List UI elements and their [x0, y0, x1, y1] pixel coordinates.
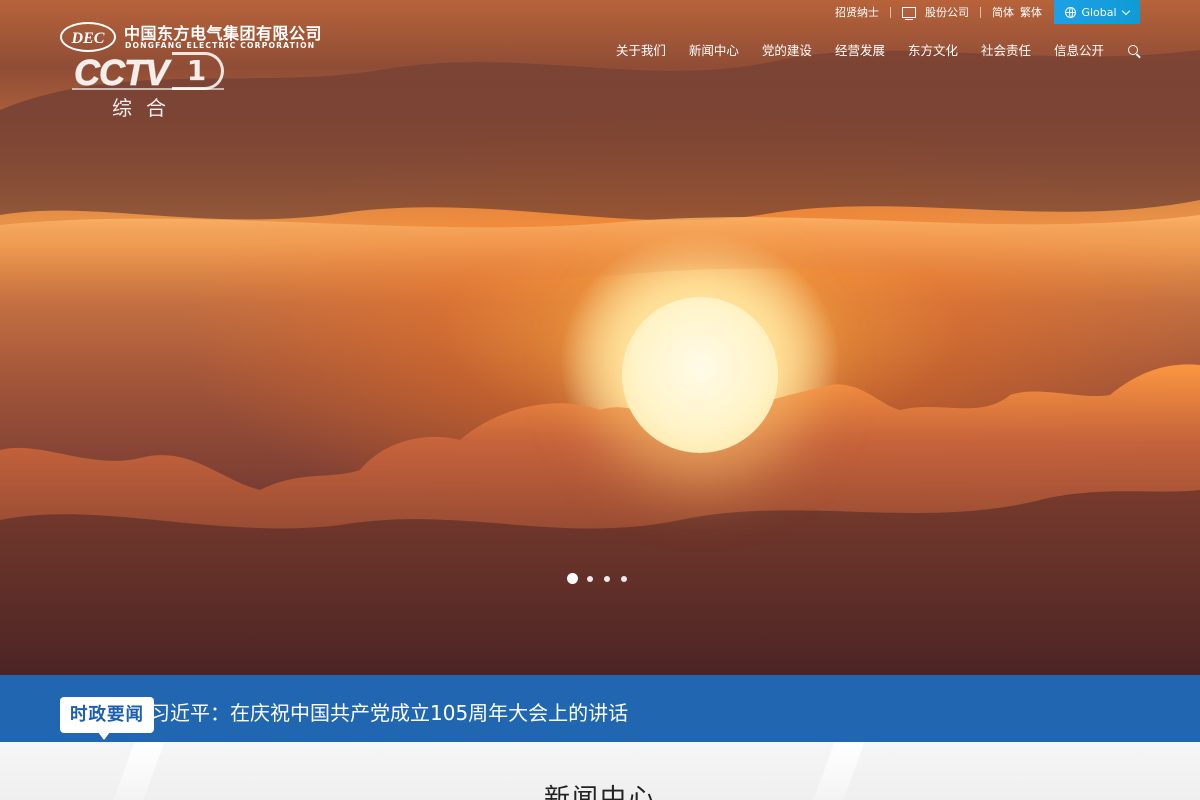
- recruit-link[interactable]: 招贤纳士: [835, 4, 879, 20]
- chevron-down-icon: [1121, 6, 1130, 15]
- cctv-channel-name: 综合: [112, 96, 180, 120]
- cctv-divider: [72, 88, 224, 90]
- search-icon[interactable]: [1128, 44, 1138, 55]
- lang-simplified[interactable]: 简体: [992, 4, 1014, 20]
- company-name-en: DONGFANG ELECTRIC CORPORATION: [125, 41, 316, 50]
- sun: [622, 297, 778, 453]
- nav-item-news[interactable]: 新闻中心: [689, 40, 739, 59]
- monitor-icon: [902, 6, 916, 20]
- stock-company-link[interactable]: 股份公司: [902, 4, 969, 20]
- nav-item-responsibility[interactable]: 社会责任: [981, 40, 1031, 59]
- lang-traditional[interactable]: 繁体: [1020, 4, 1042, 20]
- slider-dot-1[interactable]: [567, 573, 578, 584]
- cctv-channel-number: 1: [172, 52, 224, 90]
- news-ticker: 习近平：在庆祝中国共产党成立105周年大会上的讲话 时政要闻: [0, 675, 1200, 742]
- dec-logo-badge: DEC: [60, 22, 116, 52]
- nav-item-disclosure[interactable]: 信息公开: [1054, 40, 1104, 59]
- nav-item-party[interactable]: 党的建设: [762, 40, 812, 59]
- glow-streak: [0, 215, 1200, 285]
- slider-dot-2[interactable]: [587, 575, 593, 582]
- stock-company-label: 股份公司: [925, 6, 969, 19]
- divider: [980, 6, 981, 18]
- nav-item-about[interactable]: 关于我们: [616, 40, 666, 59]
- page: DEC 中国东方电气集团有限公司 DONGFANG ELECTRIC CORPO…: [0, 0, 1200, 800]
- utility-bar: 招贤纳士 股份公司 简体 繁体 Global: [835, 0, 1140, 24]
- slider-dots: [567, 573, 638, 584]
- ticker-headline[interactable]: 习近平：在庆祝中国共产党成立105周年大会上的讲话: [150, 697, 628, 726]
- news-section: 新闻中心: [0, 742, 1200, 800]
- slider-dot-4[interactable]: [621, 575, 627, 582]
- divider: [890, 6, 891, 18]
- section-title: 新闻中心: [543, 784, 656, 800]
- globe-icon: [1065, 6, 1077, 18]
- nav-item-culture[interactable]: 东方文化: [908, 40, 958, 59]
- logo[interactable]: DEC 中国东方电气集团有限公司 DONGFANG ELECTRIC CORPO…: [60, 20, 330, 120]
- ticker-badge: 时政要闻: [60, 697, 154, 740]
- global-button[interactable]: Global: [1054, 0, 1140, 24]
- nav-item-business[interactable]: 经营发展: [835, 40, 885, 59]
- global-label: Global: [1081, 5, 1117, 19]
- slider-dot-3[interactable]: [604, 575, 610, 582]
- main-nav: 关于我们 新闻中心 党的建设 经营发展 东方文化 社会责任 信息公开: [593, 40, 1138, 59]
